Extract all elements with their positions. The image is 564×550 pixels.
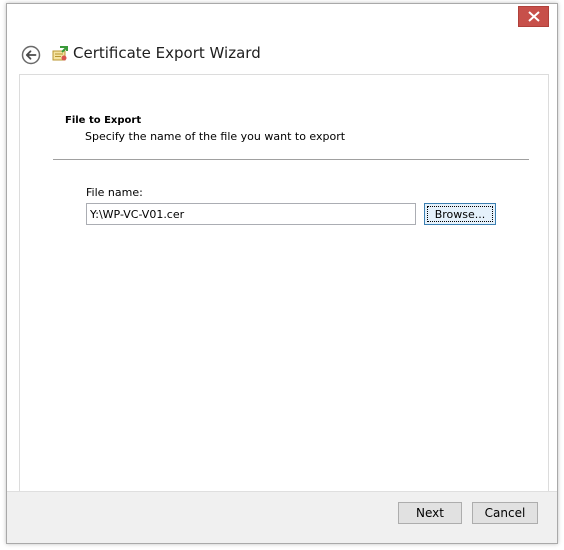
browse-button[interactable]: Browse...: [424, 203, 496, 225]
section-title: File to Export: [65, 115, 142, 126]
close-button[interactable]: [518, 6, 549, 27]
certificate-icon: [52, 46, 68, 61]
close-icon: [528, 11, 540, 22]
file-name-label: File name:: [86, 186, 143, 199]
next-button[interactable]: Next: [398, 502, 462, 524]
certificate-export-wizard-window: Certificate Export Wizard File to Export…: [0, 0, 564, 550]
back-arrow-icon[interactable]: [21, 45, 41, 65]
wizard-title: Certificate Export Wizard: [73, 44, 261, 62]
file-name-input[interactable]: [86, 203, 416, 225]
section-subtitle: Specify the name of the file you want to…: [85, 130, 346, 143]
cancel-button[interactable]: Cancel: [472, 502, 538, 524]
header-divider: [53, 159, 529, 160]
